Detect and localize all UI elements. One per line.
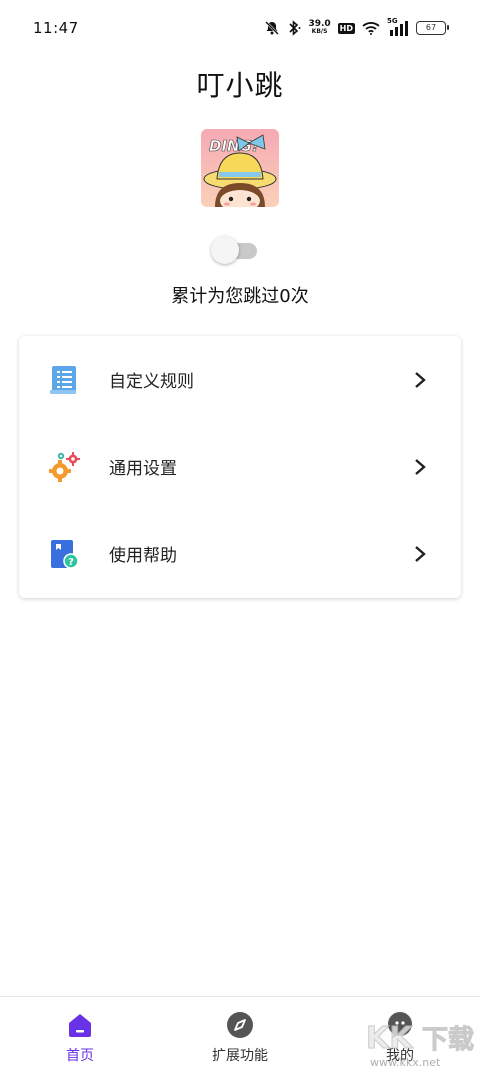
service-toggle[interactable] [211, 236, 259, 264]
cellular-signal-icon: 5G [387, 17, 409, 36]
battery-indicator: 67 [416, 21, 449, 35]
app-title: 叮小跳 [196, 69, 284, 102]
menu-item-custom-rules[interactable]: 自定义规则 [19, 336, 461, 423]
menu-item-label: 通用设置 [109, 459, 177, 479]
document-list-icon [50, 365, 76, 394]
network-speed: 39.0 KB/S [308, 20, 330, 36]
help-book-icon: ? [51, 539, 79, 569]
network-speed-unit: KB/S [311, 28, 328, 35]
nav-item-label: 首页 [66, 1048, 94, 1064]
chevron-right-icon [415, 371, 426, 388]
status-icons: 39.0 KB/S HD 5G 67 [264, 17, 449, 39]
menu-card: 自定义规则 通用设置 ? 使用帮助 [19, 336, 461, 598]
nav-item-label: 扩展功能 [212, 1048, 268, 1064]
logo-text: DING! [209, 137, 259, 155]
watermark: KK 下载 www.kkx.net [362, 1008, 480, 1070]
bluetooth-icon [289, 20, 301, 36]
status-time: 11:47 [33, 19, 79, 37]
app-logo: DING! [201, 129, 279, 207]
svg-text:?: ? [68, 557, 74, 568]
gears-icon [49, 451, 80, 482]
skip-count-text: 累计为您跳过0次 [171, 286, 309, 307]
svg-text:KK: KK [366, 1021, 414, 1056]
chevron-right-icon [415, 545, 426, 562]
status-bar: 11:47 39.0 KB/S HD 5G 67 [0, 0, 480, 56]
menu-item-label: 自定义规则 [109, 372, 194, 392]
chevron-right-icon [415, 458, 426, 475]
menu-item-label: 使用帮助 [109, 546, 177, 566]
hd-badge: HD [337, 22, 355, 34]
svg-text:下载: 下载 [422, 1025, 474, 1055]
toggle-knob [211, 236, 239, 264]
svg-text:www.kkx.net: www.kkx.net [370, 1056, 441, 1069]
nav-item-extensions[interactable]: 扩展功能 [180, 997, 300, 1073]
compass-icon [227, 1012, 253, 1038]
nav-item-home[interactable]: 首页 [20, 997, 140, 1073]
wifi-icon [362, 22, 380, 35]
menu-item-help[interactable]: ? 使用帮助 [19, 510, 461, 597]
mute-bell-icon [265, 21, 280, 35]
network-speed-value: 39.0 [308, 19, 331, 29]
home-icon [69, 1014, 91, 1037]
menu-item-general-settings[interactable]: 通用设置 [19, 423, 461, 510]
